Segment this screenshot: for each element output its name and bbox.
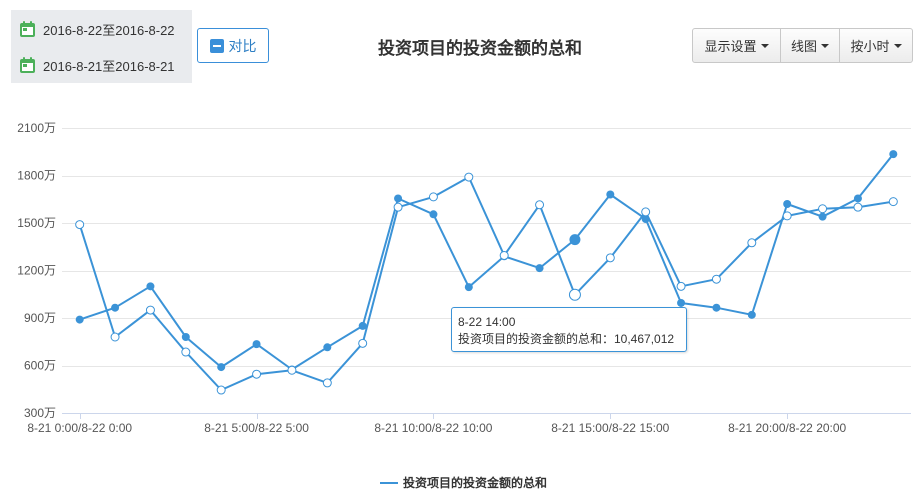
data-point[interactable] bbox=[110, 332, 120, 342]
data-point[interactable] bbox=[216, 385, 226, 395]
data-point[interactable] bbox=[677, 298, 686, 307]
chart-toolbar: 显示设置 线图 按小时 bbox=[692, 28, 913, 63]
chart-tooltip: 8-22 14:00 投资项目的投资金额的总和：10,467,012 bbox=[451, 307, 687, 352]
data-point[interactable] bbox=[499, 250, 509, 260]
data-point[interactable] bbox=[252, 340, 261, 349]
data-point[interactable] bbox=[217, 363, 226, 372]
x-tick-label: 8-21 20:00/8-22 20:00 bbox=[728, 421, 846, 435]
data-point[interactable] bbox=[181, 347, 191, 357]
data-point[interactable] bbox=[322, 378, 332, 388]
data-point[interactable] bbox=[464, 172, 474, 182]
display-settings-button[interactable]: 显示设置 bbox=[692, 28, 781, 63]
x-tick-label: 8-21 5:00/8-22 5:00 bbox=[204, 421, 309, 435]
data-point[interactable] bbox=[747, 310, 756, 319]
date-range-label: 2016-8-21至2016-8-21 bbox=[43, 58, 175, 74]
data-point[interactable] bbox=[818, 204, 828, 214]
y-tick-label: 600万 bbox=[24, 359, 56, 373]
axes: 300万 600万 900万 1200万 1500万 1800万 2100万 8-21 0:0… bbox=[17, 121, 846, 435]
x-tick-label: 8-21 10:00/8-22 10:00 bbox=[374, 421, 492, 435]
chart-type-dropdown[interactable]: 线图 bbox=[780, 28, 840, 63]
y-tick-label: 1500万 bbox=[17, 216, 56, 230]
data-point[interactable] bbox=[606, 190, 615, 199]
y-tick-label: 1200万 bbox=[17, 264, 56, 278]
date-range-current[interactable]: 2016-8-22至2016-8-22 bbox=[20, 20, 175, 38]
data-point[interactable] bbox=[111, 303, 120, 312]
data-point[interactable] bbox=[889, 150, 898, 159]
data-point[interactable] bbox=[394, 194, 403, 203]
caret-down-icon bbox=[893, 43, 902, 48]
granularity-label: 按小时 bbox=[850, 39, 890, 54]
tooltip-header: 8-22 14:00 bbox=[458, 315, 516, 329]
data-point[interactable] bbox=[145, 305, 155, 315]
data-point-hovered[interactable] bbox=[568, 288, 581, 301]
data-point[interactable] bbox=[393, 202, 403, 212]
data-point[interactable] bbox=[358, 321, 367, 330]
y-tick-label: 2100万 bbox=[17, 121, 56, 135]
data-point[interactable] bbox=[853, 202, 863, 212]
x-tick-label: 8-21 15:00/8-22 15:00 bbox=[551, 421, 669, 435]
granularity-dropdown[interactable]: 按小时 bbox=[839, 28, 913, 63]
data-point[interactable] bbox=[323, 343, 332, 352]
date-range-label: 2016-8-22至2016-8-22 bbox=[43, 22, 175, 38]
data-point[interactable] bbox=[181, 333, 190, 341]
calendar-icon bbox=[20, 21, 35, 37]
data-point[interactable] bbox=[75, 220, 85, 230]
data-point[interactable] bbox=[146, 282, 155, 291]
legend[interactable]: 投资项目的投资金额的总和 bbox=[380, 475, 547, 490]
y-tick-label: 1800万 bbox=[17, 169, 56, 183]
data-point[interactable] bbox=[818, 212, 827, 221]
data-point[interactable] bbox=[428, 192, 438, 202]
chart-type-label: 线图 bbox=[790, 39, 817, 54]
compare-button[interactable]: 对比 bbox=[197, 28, 269, 63]
display-settings-label: 显示设置 bbox=[704, 39, 757, 54]
x-tick-label: 8-21 0:00/8-22 0:00 bbox=[27, 421, 132, 435]
chart-title: 投资项目的投资金额的总和 bbox=[378, 39, 582, 58]
data-point[interactable] bbox=[641, 207, 651, 217]
legend-label: 投资项目的投资金额的总和 bbox=[403, 475, 547, 490]
series bbox=[75, 150, 898, 395]
data-point[interactable] bbox=[782, 211, 792, 221]
y-tick-label: 300万 bbox=[24, 406, 56, 420]
data-point[interactable] bbox=[75, 315, 84, 324]
data-point[interactable] bbox=[252, 369, 262, 379]
data-point[interactable] bbox=[287, 365, 297, 375]
calendar-icon bbox=[20, 57, 35, 73]
minus-square-icon bbox=[209, 38, 224, 53]
tooltip-body: 投资项目的投资金额的总和：10,467,012 bbox=[458, 332, 675, 346]
data-point[interactable] bbox=[712, 303, 721, 312]
data-point[interactable] bbox=[535, 264, 544, 273]
data-point[interactable] bbox=[605, 253, 615, 263]
caret-down-icon bbox=[821, 43, 829, 48]
data-point[interactable] bbox=[358, 338, 368, 348]
data-point[interactable] bbox=[464, 283, 473, 292]
data-point[interactable] bbox=[676, 281, 686, 291]
date-range-compare[interactable]: 2016-8-21至2016-8-21 bbox=[20, 56, 175, 74]
data-point[interactable] bbox=[888, 197, 898, 207]
data-point[interactable] bbox=[853, 194, 862, 203]
data-point-hovered[interactable] bbox=[569, 234, 581, 246]
data-point[interactable] bbox=[747, 238, 757, 248]
series-line bbox=[78, 176, 895, 391]
date-range-panel: 2016-8-22至2016-8-22 2016-8-21至2016-8-21 bbox=[11, 10, 192, 83]
data-point[interactable] bbox=[429, 210, 438, 219]
compare-button-label: 对比 bbox=[228, 37, 257, 54]
data-point[interactable] bbox=[783, 200, 792, 208]
data-point[interactable] bbox=[535, 200, 545, 210]
caret-down-icon bbox=[760, 43, 769, 48]
data-point[interactable] bbox=[711, 274, 721, 284]
y-tick-label: 900万 bbox=[24, 311, 56, 325]
